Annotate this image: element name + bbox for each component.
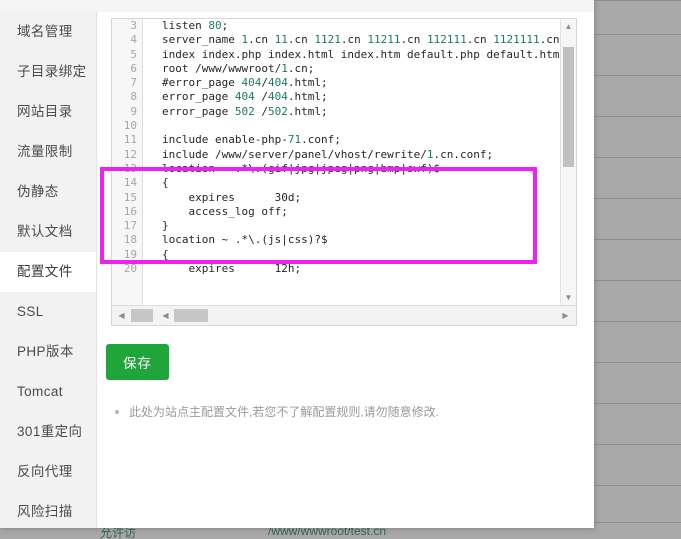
line-number: 4 — [130, 33, 137, 47]
code-line[interactable]: root /www/wwwroot/1.cn; — [144, 62, 560, 76]
sidebar-item-label: 域名管理 — [17, 24, 73, 39]
sidebar-item-label: 风险扫描 — [17, 504, 73, 519]
sidebar-item-label: 网站目录 — [17, 104, 73, 119]
sidebar-item-website-directory[interactable]: 网站目录 — [0, 92, 96, 132]
code-line[interactable]: { — [144, 248, 560, 262]
config-file-panel: 3 4 5 6 7 8 9 10 11 12 13 14 15 16 17 18 19 20 listen 80;… — [98, 12, 594, 528]
sidebar-item-domain-management[interactable]: 域名管理 — [0, 12, 96, 52]
code-line[interactable]: expires 12h; — [144, 262, 560, 276]
line-number: 18 — [123, 233, 137, 247]
sidebar-item-reverse-proxy[interactable]: 反向代理 — [0, 452, 96, 492]
sidebar-item-label: PHP版本 — [17, 344, 74, 359]
sidebar-item-label: Tomcat — [17, 384, 63, 399]
code-line[interactable]: location ~ .*\.(js|css)?$ — [144, 233, 560, 247]
editor-horizontal-scrollbar[interactable]: ◀ ◀ ▶ — [112, 305, 576, 325]
scroll-right-arrow-icon[interactable]: ▶ — [559, 309, 572, 322]
settings-sidebar: 域名管理 子目录绑定 网站目录 流量限制 伪静态 默认文档 配置文件 SSL P… — [0, 12, 97, 528]
code-line[interactable]: listen 80; — [144, 19, 560, 33]
sidebar-item-label: 默认文档 — [17, 224, 73, 239]
sidebar-item-301-redirect[interactable]: 301重定向 — [0, 412, 96, 452]
config-code-editor[interactable]: 3 4 5 6 7 8 9 10 11 12 13 14 15 16 17 18 19 20 listen 80;… — [111, 18, 577, 326]
code-line[interactable]: } — [144, 219, 560, 233]
line-number: 9 — [130, 104, 137, 118]
line-number: 16 — [123, 204, 137, 218]
line-number: 14 — [123, 176, 137, 190]
sidebar-item-label: 反向代理 — [17, 464, 73, 479]
line-number: 10 — [123, 119, 137, 133]
line-number: 5 — [130, 47, 137, 61]
code-line[interactable]: access_log off; — [144, 205, 560, 219]
code-line[interactable]: include /www/server/panel/vhost/rewrite/… — [144, 148, 560, 162]
scroll-down-arrow-icon[interactable]: ▼ — [561, 290, 576, 305]
sidebar-item-config-file[interactable]: 配置文件 — [0, 252, 96, 292]
code-line[interactable]: error_page 502 /502.html; — [144, 105, 560, 119]
site-settings-modal: 域名管理 子目录绑定 网站目录 流量限制 伪静态 默认文档 配置文件 SSL P… — [0, 0, 594, 528]
sidebar-item-php-version[interactable]: PHP版本 — [0, 332, 96, 372]
line-number: 11 — [123, 133, 137, 147]
editor-viewport: 3 4 5 6 7 8 9 10 11 12 13 14 15 16 17 18 19 20 listen 80;… — [112, 19, 560, 305]
line-number: 19 — [123, 247, 137, 261]
scroll-left-arrow-inner-icon[interactable]: ◀ — [159, 309, 172, 322]
line-number: 3 — [130, 19, 137, 32]
line-number: 12 — [123, 147, 137, 161]
scroll-up-arrow-icon[interactable]: ▲ — [561, 19, 576, 34]
editor-line-number-gutter: 3 4 5 6 7 8 9 10 11 12 13 14 15 16 17 18 19 20 — [112, 19, 143, 305]
save-button[interactable]: 保存 — [106, 344, 169, 380]
code-line[interactable]: expires 30d; — [144, 191, 560, 205]
vertical-scrollbar-thumb[interactable] — [563, 47, 574, 167]
sidebar-item-tomcat[interactable]: Tomcat — [0, 372, 96, 412]
note-item: 此处为站点主配置文件,若您不了解配置规则,请勿随意修改. — [111, 403, 561, 421]
scroll-left-arrow-icon[interactable]: ◀ — [115, 309, 128, 322]
line-number: 13 — [123, 161, 137, 175]
line-number: 15 — [123, 190, 137, 204]
sidebar-item-label: SSL — [17, 304, 44, 319]
horizontal-scrollbar-thumb-inner[interactable] — [174, 309, 208, 322]
note-text: 此处为站点主配置文件,若您不了解配置规则,请勿随意修改. — [129, 405, 440, 419]
editor-vertical-scrollbar[interactable]: ▲ ▼ — [560, 19, 576, 305]
line-number: 7 — [130, 76, 137, 90]
line-number: 8 — [130, 90, 137, 104]
line-number: 6 — [130, 61, 137, 75]
sidebar-item-risk-scan[interactable]: 风险扫描 — [0, 492, 96, 528]
editor-code-area[interactable]: listen 80; server_name 1.cn 11.cn 1121.cn… — [144, 19, 560, 305]
code-line[interactable]: { — [144, 176, 560, 190]
sidebar-item-ssl[interactable]: SSL — [0, 292, 96, 332]
code-line[interactable]: include enable-php-71.conf; — [144, 133, 560, 147]
sidebar-item-traffic-limit[interactable]: 流量限制 — [0, 132, 96, 172]
notes-list: 此处为站点主配置文件,若您不了解配置规则,请勿随意修改. — [111, 403, 561, 421]
code-line[interactable]: location ~ .*\.(gif|jpg|jpeg|png|bmp|swf… — [144, 162, 560, 176]
sidebar-item-label: 伪静态 — [17, 184, 59, 199]
line-number: 17 — [123, 219, 137, 233]
code-line[interactable]: server_name 1.cn 11.cn 1121.cn 11211.cn … — [144, 33, 560, 47]
sidebar-item-label: 301重定向 — [17, 424, 83, 439]
horizontal-scrollbar-thumb-outer[interactable] — [131, 309, 153, 322]
sidebar-item-label: 配置文件 — [17, 264, 73, 279]
code-line[interactable] — [144, 119, 560, 133]
line-number: 20 — [123, 262, 137, 276]
sidebar-item-subdirectory-binding[interactable]: 子目录绑定 — [0, 52, 96, 92]
sidebar-item-default-document[interactable]: 默认文档 — [0, 212, 96, 252]
sidebar-item-label: 子目录绑定 — [17, 64, 87, 79]
sidebar-item-pseudo-static[interactable]: 伪静态 — [0, 172, 96, 212]
code-line[interactable]: error_page 404 /404.html; — [144, 90, 560, 104]
sidebar-item-label: 流量限制 — [17, 144, 73, 159]
code-line[interactable]: index index.php index.html index.htm def… — [144, 48, 560, 62]
code-line[interactable]: #error_page 404/404.html; — [144, 76, 560, 90]
bullet-icon — [115, 410, 119, 414]
